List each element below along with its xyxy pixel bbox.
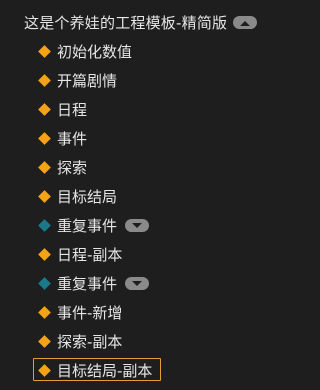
tree-item[interactable]: 日程-副本 (0, 241, 316, 267)
tree-item-label: 事件-新增 (57, 303, 123, 322)
tree-item-label: 重复事件 (57, 274, 118, 293)
tree-item-label: 重复事件 (57, 216, 118, 235)
tree-item[interactable]: 事件 (0, 125, 316, 151)
tree-item-group[interactable]: 重复事件 (0, 212, 316, 238)
tree-item-label: 日程 (57, 100, 88, 119)
diamond-orange-icon (38, 102, 51, 116)
tree-item-label: 探索 (57, 158, 88, 177)
tree-item[interactable]: 事件-新增 (0, 299, 316, 325)
tree-panel: 这是个养娃的工程模板-精简版 初始化数值 开篇剧情 日程 事件 探索 目标结局 (0, 0, 316, 390)
tree-item-label: 目标结局-副本 (57, 361, 153, 380)
tree-children: 初始化数值 开篇剧情 日程 事件 探索 目标结局 重复事件 日程-副本 重复事件… (0, 38, 316, 383)
diamond-teal-icon (38, 276, 51, 290)
diamond-orange-icon (38, 160, 51, 174)
tree-item-label: 初始化数值 (57, 42, 133, 61)
tree-item-label: 目标结局 (57, 187, 118, 206)
tree-item[interactable]: 初始化数值 (0, 38, 316, 64)
tree-item-label: 探索-副本 (57, 332, 123, 351)
chevron-up-icon[interactable] (233, 16, 258, 29)
diamond-orange-icon (38, 73, 51, 87)
tree-item-label: 事件 (57, 129, 88, 148)
tree-item-label: 日程-副本 (57, 245, 123, 264)
chevron-down-icon[interactable] (125, 277, 150, 290)
tree-item[interactable]: 目标结局 (0, 183, 316, 209)
diamond-orange-icon (38, 334, 51, 348)
diamond-teal-icon (38, 218, 51, 232)
diamond-orange-icon (38, 363, 51, 377)
tree-item-label: 开篇剧情 (57, 71, 118, 90)
tree-item[interactable]: 探索 (0, 154, 316, 180)
tree-item[interactable]: 探索-副本 (0, 328, 316, 354)
diamond-orange-icon (38, 44, 51, 58)
diamond-orange-icon (38, 247, 51, 261)
tree-item[interactable]: 日程 (0, 96, 316, 122)
diamond-orange-icon (38, 189, 51, 203)
tree-root-label: 这是个养娃的工程模板-精简版 (24, 13, 228, 32)
tree-item-selected[interactable]: 目标结局-副本 (0, 357, 316, 383)
diamond-orange-icon (38, 131, 51, 145)
tree-item[interactable]: 开篇剧情 (0, 67, 316, 93)
chevron-down-icon[interactable] (125, 219, 150, 232)
diamond-orange-icon (38, 305, 51, 319)
tree-item-group[interactable]: 重复事件 (0, 270, 316, 296)
tree-root[interactable]: 这是个养娃的工程模板-精简版 (0, 9, 316, 35)
